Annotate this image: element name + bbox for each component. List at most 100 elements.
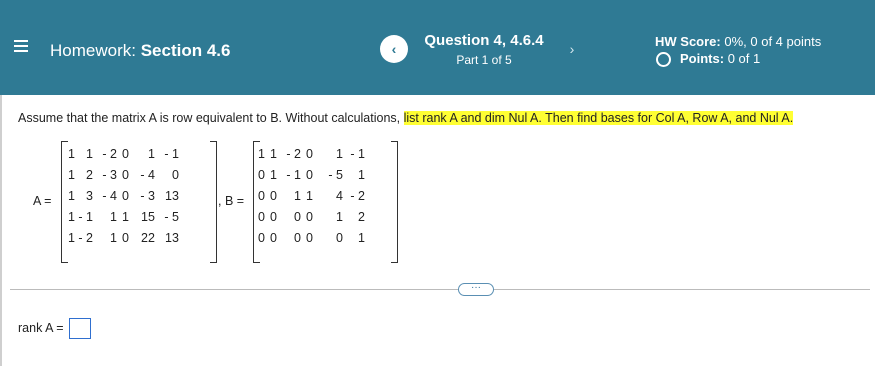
matrix-cell: - 1 — [164, 146, 179, 161]
section-divider — [10, 289, 870, 290]
matrix-cell: - 1 — [78, 209, 93, 224]
matrix-cell: 13 — [165, 230, 179, 245]
matrix-cell: 1 — [68, 209, 75, 224]
question-title: Question 4, 4.6.4 — [424, 32, 544, 49]
matrix-cell: 3 — [86, 188, 93, 203]
question-highlighted-text: list rank A and dim Nul A. Then find bas… — [403, 111, 794, 125]
matrix-row: 1- 2 1 0 22 13 — [68, 227, 179, 248]
chevron-left-icon: ‹ — [391, 41, 397, 57]
matrix-cell: 0 — [270, 209, 277, 224]
matrix-cell: 1 — [336, 209, 343, 224]
matrix-row: 01- 10- 51 — [258, 164, 365, 185]
matrix-cell: 0 — [306, 230, 313, 245]
matrix-cell: 1 — [68, 167, 75, 182]
homework-prefix: Homework: — [50, 41, 136, 60]
matrix-cell: 1 — [68, 230, 75, 245]
homework-title: Homework: Section 4.6 — [50, 41, 230, 61]
matrix-cell: - 1 — [286, 167, 301, 182]
hw-score: HW Score: 0%, 0 of 4 points — [655, 34, 821, 49]
matrix-row: 13 - 4 0 - 3 13 — [68, 185, 179, 206]
matrix-a-left-bracket — [61, 141, 68, 263]
matrix-cell: 1 — [336, 146, 343, 161]
matrix-cell: 0 — [122, 188, 129, 203]
matrix-cell: 0 — [258, 167, 265, 182]
matrix-b-right-bracket — [391, 141, 398, 263]
matrix-row: 12 - 3 0 - 4 0 — [68, 164, 179, 185]
matrix-cell: 1 — [270, 167, 277, 182]
matrix-a-right-bracket — [210, 141, 217, 263]
matrix-row: 000001 — [258, 227, 365, 248]
hamburger-menu-icon[interactable] — [14, 40, 28, 52]
points: Points: 0 of 1 — [680, 51, 760, 66]
rank-a-input[interactable] — [69, 318, 91, 339]
matrix-cell: 1 — [68, 188, 75, 203]
matrix-cell: 1 — [68, 146, 75, 161]
matrix-a: 11- 201- 112- 30- 4013- 40- 3 13 1- 1 1 1 15-… — [68, 143, 179, 248]
matrix-cell: 0 — [306, 167, 313, 182]
points-value: 0 of 1 — [727, 51, 761, 66]
left-edge-divider — [0, 95, 2, 366]
matrix-cell: 0 — [258, 230, 265, 245]
matrix-cell: 2 — [358, 209, 365, 224]
next-question-button[interactable]: › — [558, 35, 586, 63]
previous-question-button[interactable]: ‹ — [380, 35, 408, 63]
matrix-cell: 1 — [358, 230, 365, 245]
matrix-a-label: A = — [33, 194, 52, 208]
matrix-cell: 1 — [270, 146, 277, 161]
matrix-cell: 0 — [122, 167, 129, 182]
matrix-row: 000012 — [258, 206, 365, 227]
matrix-cell: 0 — [172, 167, 179, 182]
matrix-row: 11- 201- 1 — [258, 143, 365, 164]
matrix-cell: 0 — [294, 230, 301, 245]
more-options-button[interactable]: ··· — [458, 283, 494, 296]
matrix-cell: - 3 — [102, 167, 117, 182]
matrix-cell: 0 — [122, 230, 129, 245]
matrix-cell: 2 — [86, 167, 93, 182]
matrix-cell: 0 — [336, 230, 343, 245]
matrix-cell: 1 — [148, 146, 155, 161]
hw-score-label: HW Score: — [655, 34, 721, 49]
matrix-cell: 0 — [122, 146, 129, 161]
matrix-cell: 1 — [306, 188, 313, 203]
question-text: Assume that the matrix A is row equivale… — [18, 111, 794, 125]
question-plain-text: Assume that the matrix A is row equivale… — [18, 111, 401, 125]
matrix-cell: 1 — [110, 209, 117, 224]
matrix-cell: 0 — [270, 188, 277, 203]
matrix-cell: 0 — [306, 209, 313, 224]
matrix-row: 00 11 4 - 2 — [258, 185, 365, 206]
matrix-cell: 15 — [141, 209, 155, 224]
matrix-cell: 0 — [294, 209, 301, 224]
matrix-cell: 0 — [258, 188, 265, 203]
matrix-cell: - 2 — [102, 146, 117, 161]
hw-score-value: 0%, 0 of 4 points — [724, 34, 822, 49]
matrix-cell: - 3 — [140, 188, 155, 203]
matrix-cell: 1 — [86, 146, 93, 161]
matrix-cell: - 5 — [328, 167, 343, 182]
matrix-cell: - 5 — [164, 209, 179, 224]
matrix-cell: - 2 — [78, 230, 93, 245]
matrix-cell: - 1 — [350, 146, 365, 161]
matrix-cell: 13 — [165, 188, 179, 203]
points-circle-icon — [656, 52, 671, 67]
matrix-cell: - 2 — [286, 146, 301, 161]
matrix-b: 11- 201- 101- 10- 5100114- 2000012000001 — [258, 143, 365, 248]
homework-section: Section 4.6 — [140, 41, 231, 60]
matrix-b-label: , B = — [218, 194, 245, 208]
matrix-cell: - 2 — [350, 188, 365, 203]
matrix-cell: - 4 — [102, 188, 117, 203]
matrix-cell: 4 — [336, 188, 343, 203]
matrix-cell: - 4 — [140, 167, 155, 182]
matrix-cell: 1 — [294, 188, 301, 203]
matrix-cell: 1 — [358, 167, 365, 182]
matrix-row: 1- 1 1 1 15- 5 — [68, 206, 179, 227]
question-part: Part 1 of 5 — [456, 53, 512, 67]
matrix-cell: 0 — [306, 146, 313, 161]
top-header: Homework: Section 4.6 ‹ Question 4, 4.6.… — [0, 0, 875, 95]
matrix-cell: 1 — [122, 209, 129, 224]
chevron-right-icon: › — [569, 41, 575, 57]
matrix-cell: 1 — [258, 146, 265, 161]
points-label: Points: — [680, 51, 725, 66]
matrix-cell: 22 — [141, 230, 155, 245]
rank-a-label: rank A = — [18, 321, 64, 335]
matrix-cell: 0 — [258, 209, 265, 224]
